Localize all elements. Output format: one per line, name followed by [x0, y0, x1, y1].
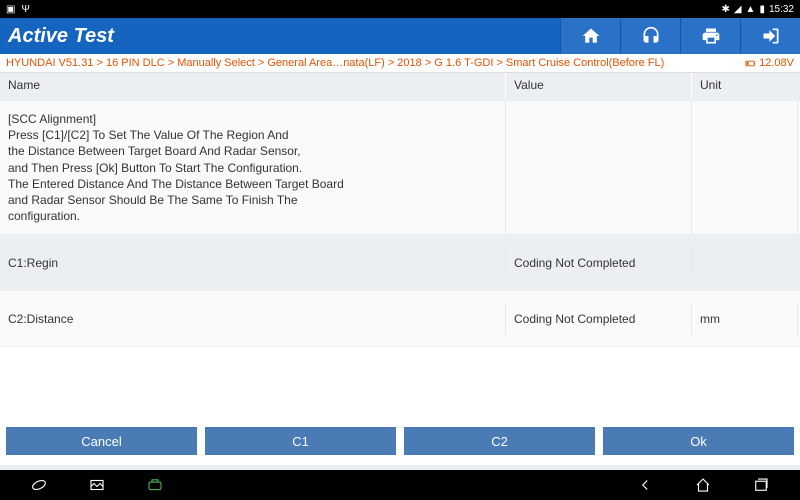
exit-icon [761, 26, 781, 46]
table-row: C1:Regin Coding Not Completed [0, 235, 800, 291]
wifi-icon: ◢ [734, 4, 742, 15]
android-status-bar: ▣ Ψ ✱ ◢ ▲ ▮ 15:32 [0, 0, 800, 18]
breadcrumb-path: HYUNDAI V51.31 > 16 PIN DLC > Manually S… [6, 57, 745, 69]
column-unit: Unit [692, 73, 798, 101]
row-name: C1:Regin [0, 247, 506, 279]
printer-icon [701, 26, 721, 46]
table-row: C2:Distance Coding Not Completed mm [0, 291, 800, 347]
print-button[interactable] [680, 18, 740, 54]
clock: 15:32 [769, 4, 794, 15]
row-name: C2:Distance [0, 303, 506, 335]
table-header: Name Value Unit [0, 73, 800, 101]
row-value: Coding Not Completed [506, 247, 692, 279]
c2-button[interactable]: C2 [404, 427, 595, 455]
home-button[interactable] [694, 476, 712, 494]
column-value: Value [506, 73, 692, 101]
recent-button[interactable] [752, 476, 770, 494]
back-button[interactable] [636, 476, 654, 494]
data-table: Name Value Unit [SCC Alignment] Press [C… [0, 73, 800, 347]
cancel-button[interactable]: Cancel [6, 427, 197, 455]
page-title: Active Test [0, 25, 560, 48]
headset-icon [641, 26, 661, 46]
action-bar: Cancel C1 C2 Ok [0, 417, 800, 465]
row-unit [692, 255, 798, 271]
home-icon [581, 26, 601, 46]
bluetooth-icon: ✱ [721, 4, 729, 15]
ok-button[interactable]: Ok [603, 427, 794, 455]
exit-button[interactable] [740, 18, 800, 54]
table-row: [SCC Alignment] Press [C1]/[C2] To Set T… [0, 101, 800, 235]
column-name: Name [0, 73, 506, 101]
signal-icon: ▲ [746, 4, 756, 15]
row-value: Coding Not Completed [506, 303, 692, 335]
image-icon: ▣ [6, 4, 15, 15]
battery-icon: ▮ [759, 4, 765, 15]
breadcrumb: HYUNDAI V51.31 > 16 PIN DLC > Manually S… [0, 54, 800, 73]
voltage-value: 12.08V [759, 57, 794, 69]
usb-icon: Ψ [21, 4, 29, 15]
battery-icon [745, 58, 756, 69]
gallery-icon[interactable] [88, 476, 106, 494]
home-button[interactable] [560, 18, 620, 54]
support-button[interactable] [620, 18, 680, 54]
android-nav-bar [0, 470, 800, 500]
app-header: Active Test [0, 18, 800, 54]
row-unit: mm [692, 303, 798, 335]
c1-button[interactable]: C1 [205, 427, 396, 455]
voltage-indicator: 12.08V [745, 57, 794, 69]
diagnostic-icon[interactable] [146, 476, 164, 494]
instruction-text: [SCC Alignment] Press [C1]/[C2] To Set T… [0, 101, 506, 234]
browser-icon[interactable] [30, 476, 48, 494]
